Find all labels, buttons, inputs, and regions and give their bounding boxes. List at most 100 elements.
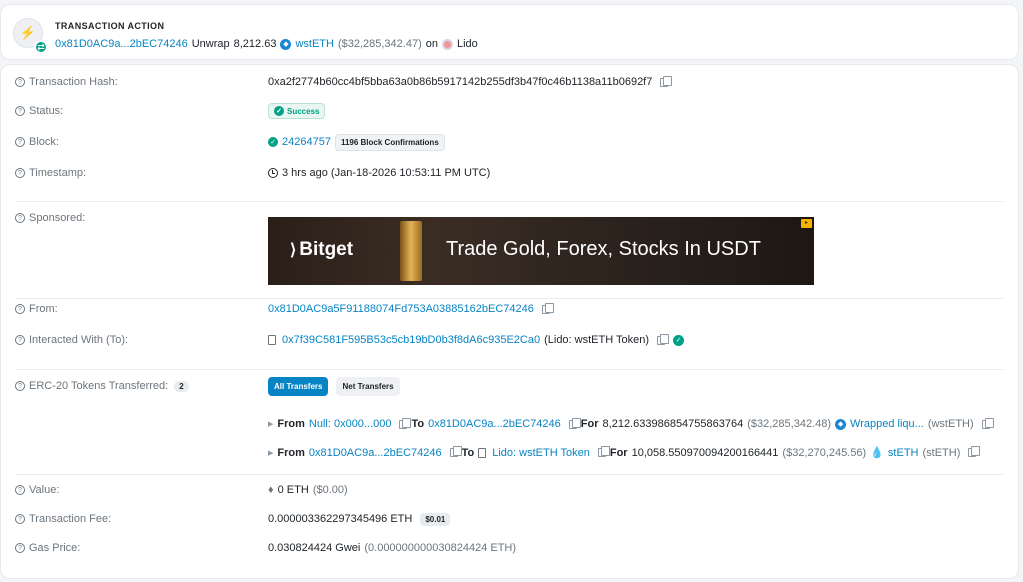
transfer-row: ▶ From Null: 0x000...000 To 0x81D0AC9a..… (268, 417, 994, 430)
ad-info-icon[interactable]: ▸ (801, 219, 812, 228)
fee-amount: 0.000003362297345496 ETH (268, 513, 413, 525)
action-protocol: Lido (457, 38, 478, 50)
transfer-usd: ($32,285,342.48) (747, 418, 832, 430)
transfer-from-link[interactable]: Null: 0x000...000 (309, 418, 392, 430)
interacted-name: (Lido: wstETH Token) (544, 334, 650, 346)
copy-icon[interactable] (399, 417, 412, 429)
action-summary: 0x81D0AC9a...2bEC74246 Unwrap 8,212.63 ◆… (55, 38, 478, 50)
help-icon[interactable]: ? (15, 514, 25, 524)
action-amount: 8,212.63 (233, 38, 277, 50)
transfer-token-link[interactable]: stETH (888, 447, 919, 459)
transfer-row: ▶ From 0x81D0AC9a...2bEC74246 To Lido: w… (268, 446, 981, 459)
timestamp-label: Timestamp: (29, 167, 87, 179)
wsteth-icon: ◆ (280, 38, 292, 50)
lido-icon (442, 38, 453, 50)
block-confirmations-badge: 1196 Block Confirmations (334, 133, 445, 151)
divider (15, 474, 1003, 475)
eth-icon: ♦ (268, 484, 274, 496)
copy-icon[interactable] (981, 417, 994, 429)
tx-hash-value: 0xa2f2774b60cc4bf5bba63a0b86b5917142b255… (268, 76, 653, 88)
help-icon[interactable]: ? (15, 381, 25, 391)
action-on: on (425, 38, 438, 50)
help-icon[interactable]: ? (15, 168, 25, 178)
caret-icon: ▶ (268, 421, 274, 428)
tab-net-transfers[interactable]: Net Transfers (336, 376, 400, 396)
help-icon[interactable]: ? (15, 77, 25, 87)
copy-icon[interactable] (660, 75, 673, 87)
action-from-link[interactable]: 0x81D0AC9a...2bEC74246 (55, 38, 188, 50)
help-icon[interactable]: ? (15, 213, 25, 223)
help-icon[interactable]: ? (15, 304, 25, 314)
tab-all-transfers[interactable]: All Transfers (268, 376, 329, 396)
copy-icon[interactable] (568, 417, 581, 429)
to-word: To (461, 446, 475, 459)
transfer-to-link[interactable]: 0x81D0AC9a...2bEC74246 (428, 418, 561, 430)
transfer-to-link[interactable]: Lido: wstETH Token (492, 447, 590, 459)
transaction-details-card: ? Transaction Hash: 0xa2f2774b60cc4bf5bba… (0, 64, 1019, 579)
from-address-link[interactable]: 0x81D0AC9a5F91188074Fd753A03885162bEC742… (268, 303, 534, 315)
transfer-amount: 10,058.550970094200166441 (631, 446, 779, 459)
help-icon[interactable]: ? (15, 106, 25, 116)
block-check-icon: ✓ (268, 137, 278, 147)
action-usd: ($32,285,342.47) (337, 38, 422, 50)
copy-icon[interactable] (541, 302, 554, 314)
erc20-count-badge: 2 (174, 380, 189, 392)
action-verb: Unwrap (191, 38, 230, 50)
transfer-usd: ($32,270,245.56) (782, 446, 867, 459)
for-word: For (580, 418, 599, 430)
block-number-link[interactable]: 24264757 (282, 136, 331, 148)
help-icon[interactable]: ? (15, 485, 25, 495)
action-title: TRANSACTION ACTION (55, 21, 165, 31)
help-icon[interactable]: ? (15, 335, 25, 345)
fee-usd-badge: $0.01 (420, 512, 451, 526)
value-usd: ($0.00) (312, 484, 348, 496)
from-word: From (277, 418, 305, 430)
interacted-label: Interacted With (To): (29, 334, 129, 346)
value-label: Value: (29, 484, 60, 496)
copy-icon[interactable] (657, 333, 670, 345)
help-icon[interactable]: ? (15, 137, 25, 147)
copy-icon[interactable] (449, 446, 462, 457)
from-word: From (277, 446, 305, 459)
transfer-token-symbol: (wstETH) (927, 418, 974, 430)
gas-amount: 0.030824424 Gwei (268, 542, 361, 554)
fee-label: Transaction Fee: (29, 513, 112, 525)
block-label: Block: (29, 136, 59, 148)
transfer-amount: 8,212.633986854755863764 (602, 418, 744, 430)
sponsored-ad-banner[interactable]: ⟩ Bitget Trade Gold, Forex, Stocks In USD… (268, 217, 814, 285)
value-amount: 0 ETH (277, 484, 309, 496)
action-token-link[interactable]: wstETH (295, 38, 334, 50)
timestamp-value: 3 hrs ago (Jan-18-2026 10:53:11 PM UTC) (282, 167, 491, 179)
transfer-token-symbol: (stETH) (922, 446, 961, 459)
from-label: From: (29, 303, 58, 315)
caret-icon: ▶ (268, 449, 274, 457)
tx-hash-label: Transaction Hash: (29, 76, 118, 88)
erc20-label: ERC-20 Tokens Transferred: (29, 380, 169, 392)
check-circle-icon: ✓ (274, 106, 284, 116)
gas-label: Gas Price: (29, 542, 81, 554)
copy-icon[interactable] (597, 446, 610, 457)
divider (15, 201, 1003, 202)
transaction-action-card: ⚡ ⇄ TRANSACTION ACTION 0x81D0AC9a...2bEC… (0, 4, 1019, 60)
transfer-token-link[interactable]: Wrapped liqu... (850, 418, 924, 430)
for-word: For (609, 446, 628, 459)
gas-eth: (0.000000000030824424 ETH) (364, 542, 517, 554)
wsteth-icon: ◆ (835, 418, 847, 430)
contract-icon (478, 447, 487, 458)
interacted-address-link[interactable]: 0x7f39C581F595B53c5cb19bD0b3f8dA6c935E2C… (282, 334, 540, 346)
ad-headline: Trade Gold, Forex, Stocks In USDT (446, 238, 761, 260)
status-badge: ✓ Success (268, 103, 326, 119)
to-word: To (411, 418, 425, 430)
swap-icon: ⇄ (34, 40, 48, 54)
transfer-from-link[interactable]: 0x81D0AC9a...2bEC74246 (309, 447, 442, 459)
status-value: Success (287, 106, 320, 116)
copy-icon[interactable] (968, 446, 981, 457)
divider (15, 369, 1003, 370)
bitget-logo: ⟩ Bitget (290, 239, 354, 260)
steth-icon: 💧 (870, 447, 884, 459)
status-label: Status: (29, 105, 64, 117)
clock-icon (268, 168, 278, 178)
verified-check-icon: ✓ (673, 334, 685, 346)
help-icon[interactable]: ? (15, 543, 25, 553)
sponsored-label: Sponsored: (29, 212, 86, 224)
